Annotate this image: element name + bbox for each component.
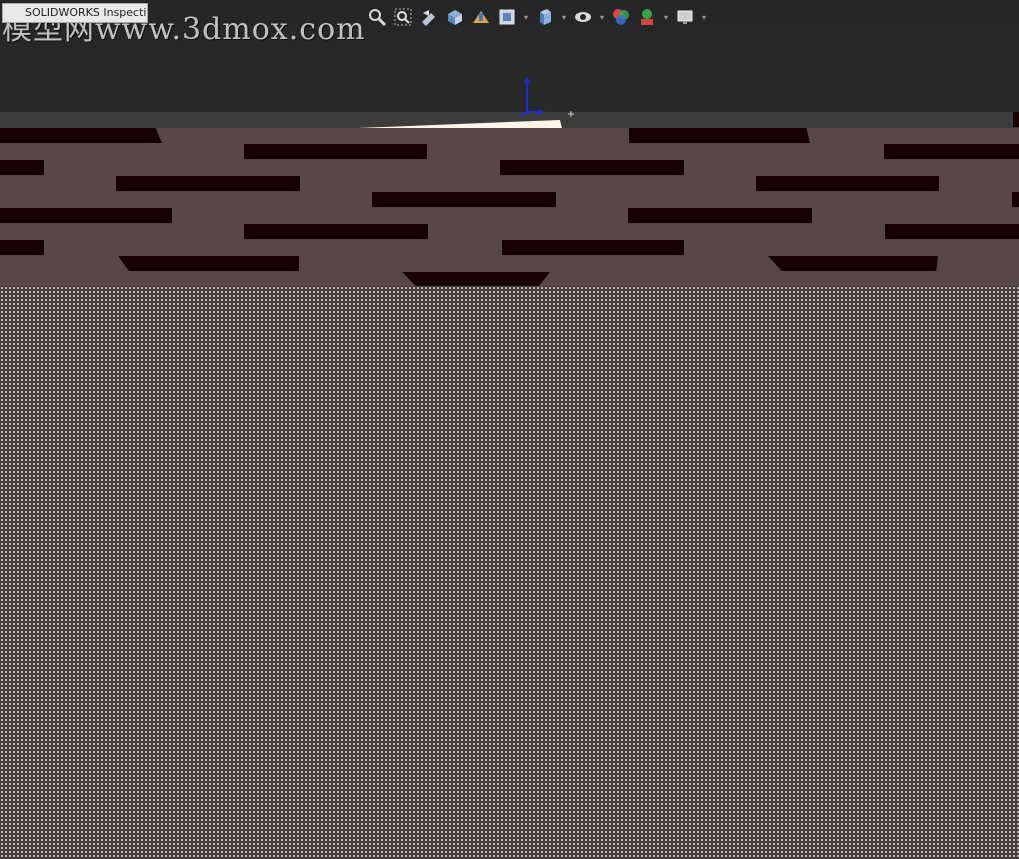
brick (628, 208, 812, 223)
brick (500, 160, 684, 175)
brick (884, 144, 1019, 159)
brick (0, 160, 44, 175)
brick (402, 272, 550, 287)
brick (244, 224, 428, 239)
edit-appearance-icon[interactable] (610, 6, 632, 28)
reference-triad-icon (516, 76, 576, 124)
hide-show-dropdown-icon[interactable]: ▾ (598, 6, 606, 28)
display-style-icon[interactable] (534, 6, 556, 28)
hide-show-items-icon[interactable] (572, 6, 594, 28)
brick (629, 128, 810, 143)
brick (756, 176, 939, 191)
brick (244, 144, 427, 159)
view-orientation-dropdown-icon[interactable]: ▾ (522, 6, 530, 28)
view-settings-dropdown-icon[interactable]: ▾ (700, 6, 708, 28)
display-style-dropdown-icon[interactable]: ▾ (560, 6, 568, 28)
view-settings-icon[interactable] (674, 6, 696, 28)
document-tab[interactable]: SOLIDWORKS Inspection (2, 3, 148, 23)
brick (116, 176, 300, 191)
apply-scene-icon[interactable] (636, 6, 658, 28)
brick (502, 240, 684, 255)
view-orientation-icon[interactable] (496, 6, 518, 28)
section-view-icon[interactable] (444, 6, 466, 28)
zoom-to-area-icon[interactable] (392, 6, 414, 28)
heads-up-view-toolbar: ▾ ▾ ▾ ▾ ▾ (366, 5, 708, 29)
dotted-fill-region[interactable] (0, 286, 1019, 859)
brick (885, 224, 1019, 239)
brick (768, 256, 938, 271)
brick (0, 128, 162, 143)
previous-view-icon[interactable] (418, 6, 440, 28)
brick (0, 208, 172, 223)
brick (372, 192, 556, 207)
brick (118, 256, 299, 271)
model-scene[interactable] (0, 112, 1019, 859)
brick (0, 240, 44, 255)
document-tab-label: SOLIDWORKS Inspection (25, 6, 148, 19)
brick (1012, 192, 1019, 207)
dynamic-annotation-icon[interactable] (470, 6, 492, 28)
graphics-viewport[interactable]: 模型网www.3dmox.com SOLIDWORKS Inspection ▾… (0, 0, 1019, 859)
apply-scene-dropdown-icon[interactable]: ▾ (662, 6, 670, 28)
zoom-to-fit-icon[interactable] (366, 6, 388, 28)
brick (1013, 112, 1019, 127)
